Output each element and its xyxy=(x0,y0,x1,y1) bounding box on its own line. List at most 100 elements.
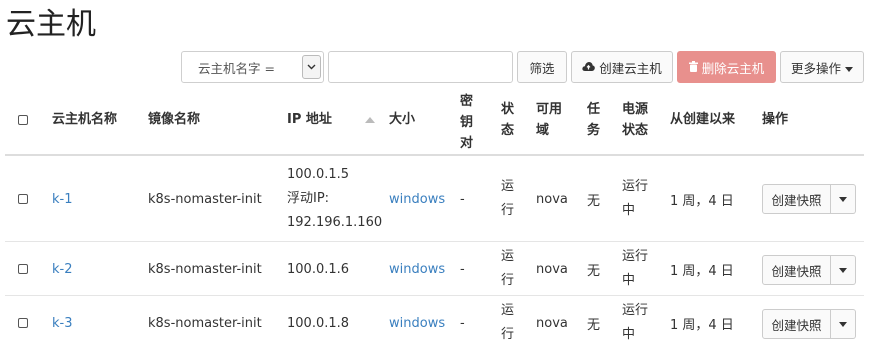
caret-down-icon[interactable] xyxy=(831,255,856,285)
instance-name-link[interactable]: k-1 xyxy=(52,156,73,242)
header-ip[interactable]: IP 地址 xyxy=(287,109,332,130)
caret-down-icon xyxy=(845,60,853,75)
header-image[interactable]: 镜像名称 xyxy=(148,109,200,130)
delete-instance-button[interactable]: 删除云主机 xyxy=(677,51,776,83)
power-line: 运行 xyxy=(622,249,649,264)
flavor-link[interactable]: windows xyxy=(389,296,445,350)
task-value: 无 xyxy=(587,263,601,279)
header-task[interactable]: 任 务 xyxy=(587,99,600,141)
create-snapshot-button[interactable]: 创建快照 xyxy=(762,309,831,339)
power-value: 运行中 xyxy=(622,156,648,242)
select-all-checkbox-cell xyxy=(18,86,28,154)
header-power-line: 状态 xyxy=(622,123,649,138)
header-name[interactable]: 云主机名称 xyxy=(52,109,117,130)
header-status-line: 态 xyxy=(501,123,515,138)
task-value: 无 xyxy=(587,317,601,333)
row-checkbox-cell xyxy=(18,156,28,242)
delete-instance-label: 删除云主机 xyxy=(701,60,765,76)
create-instance-button[interactable]: 创建云主机 xyxy=(571,51,673,83)
floating-ip: 192.196.1.160 xyxy=(287,215,383,230)
ip-address-cell: 100.0.1.5 浮动IP: 192.196.1.160 xyxy=(287,156,382,242)
header-power[interactable]: 电源 状态 xyxy=(622,99,648,141)
row-checkbox-cell xyxy=(18,296,28,350)
keypair-value: - xyxy=(460,261,465,277)
row-checkbox[interactable] xyxy=(18,194,28,204)
filter-button-label: 筛选 xyxy=(529,60,555,76)
header-task-line: 任 xyxy=(587,102,601,117)
keypair-value: - xyxy=(460,315,465,331)
filter-field-select[interactable]: 云主机名字 = xyxy=(181,51,324,83)
az-value: nova xyxy=(536,315,568,331)
chevron-down-icon[interactable] xyxy=(302,55,321,79)
status-line: 运 xyxy=(501,249,515,264)
image-name: k8s-nomaster-init xyxy=(148,191,262,207)
power-line: 中 xyxy=(622,327,636,342)
keypair-value: - xyxy=(460,191,465,207)
header-az[interactable]: 可用 域 xyxy=(536,99,562,141)
filter-field-value: 云主机名字 = xyxy=(198,60,275,76)
age-value: 1 周，4 日 xyxy=(670,263,734,279)
more-actions-button[interactable]: 更多操作 xyxy=(780,51,864,83)
sort-asc-icon[interactable] xyxy=(365,109,375,130)
az-value: nova xyxy=(536,191,568,207)
select-all-checkbox[interactable] xyxy=(18,115,28,125)
cloud-upload-icon xyxy=(582,60,596,75)
status-line: 行 xyxy=(501,327,515,342)
row-checkbox[interactable] xyxy=(18,264,28,274)
header-task-line: 务 xyxy=(587,123,601,138)
filter-button[interactable]: 筛选 xyxy=(517,51,567,83)
instance-name-link[interactable]: k-2 xyxy=(52,242,73,296)
power-value: 运行中 xyxy=(622,242,648,296)
header-size[interactable]: 大小 xyxy=(389,109,415,130)
power-line: 中 xyxy=(622,273,636,288)
status-value: 运行 xyxy=(501,156,514,242)
header-age[interactable]: 从创建以来 xyxy=(670,109,735,130)
header-status-line: 状 xyxy=(501,102,515,117)
page-title: 云主机 xyxy=(6,7,96,42)
more-actions-label: 更多操作 xyxy=(790,60,841,76)
search-input[interactable] xyxy=(328,51,513,83)
create-instance-label: 创建云主机 xyxy=(599,60,662,76)
header-power-line: 电源 xyxy=(622,102,649,117)
row-actions: 创建快照 xyxy=(762,309,856,339)
create-snapshot-button[interactable]: 创建快照 xyxy=(762,184,831,214)
age-value: 1 周，4 日 xyxy=(670,317,734,333)
table-row: k-1 k8s-nomaster-init 100.0.1.5 浮动IP: 19… xyxy=(5,156,864,242)
age-value: 1 周，4 日 xyxy=(670,193,734,209)
header-keypair-line: 密 xyxy=(460,94,474,109)
flavor-link[interactable]: windows xyxy=(389,242,445,296)
row-actions: 创建快照 xyxy=(762,255,856,285)
table-header: 云主机名称 镜像名称 IP 地址 大小 密 钥 对 状 态 可用 域 任 务 电… xyxy=(5,86,864,156)
floating-ip-label: 浮动IP: xyxy=(287,191,330,206)
header-keypair-line: 钥 xyxy=(460,115,474,130)
power-line: 运行 xyxy=(622,179,649,194)
row-checkbox-cell xyxy=(18,242,28,296)
power-line: 中 xyxy=(622,203,636,218)
header-az-line: 域 xyxy=(536,123,550,138)
header-actions: 操作 xyxy=(762,112,789,127)
status-value: 运行 xyxy=(501,242,514,296)
header-status[interactable]: 状 态 xyxy=(501,99,514,141)
trash-icon xyxy=(688,60,698,75)
row-actions: 创建快照 xyxy=(762,184,856,214)
status-value: 运行 xyxy=(501,296,514,350)
status-line: 运 xyxy=(501,179,515,194)
header-az-line: 可用 xyxy=(536,102,563,117)
row-checkbox[interactable] xyxy=(18,318,28,328)
caret-down-icon[interactable] xyxy=(831,184,856,214)
power-line: 运行 xyxy=(622,303,649,318)
status-line: 行 xyxy=(501,203,515,218)
power-value: 运行中 xyxy=(622,296,648,350)
image-name: k8s-nomaster-init xyxy=(148,315,262,331)
table-row: k-3 k8s-nomaster-init 100.0.1.8 windows … xyxy=(5,296,864,350)
flavor-link[interactable]: windows xyxy=(389,156,445,242)
fixed-ip: 100.0.1.8 xyxy=(287,315,350,331)
task-value: 无 xyxy=(587,193,601,209)
header-keypair[interactable]: 密 钥 对 xyxy=(460,91,473,154)
create-snapshot-button[interactable]: 创建快照 xyxy=(762,255,831,285)
caret-down-icon[interactable] xyxy=(831,309,856,339)
fixed-ip: 100.0.1.5 xyxy=(287,167,350,182)
status-line: 行 xyxy=(501,273,515,288)
instance-name-link[interactable]: k-3 xyxy=(52,296,73,350)
status-line: 运 xyxy=(501,303,515,318)
